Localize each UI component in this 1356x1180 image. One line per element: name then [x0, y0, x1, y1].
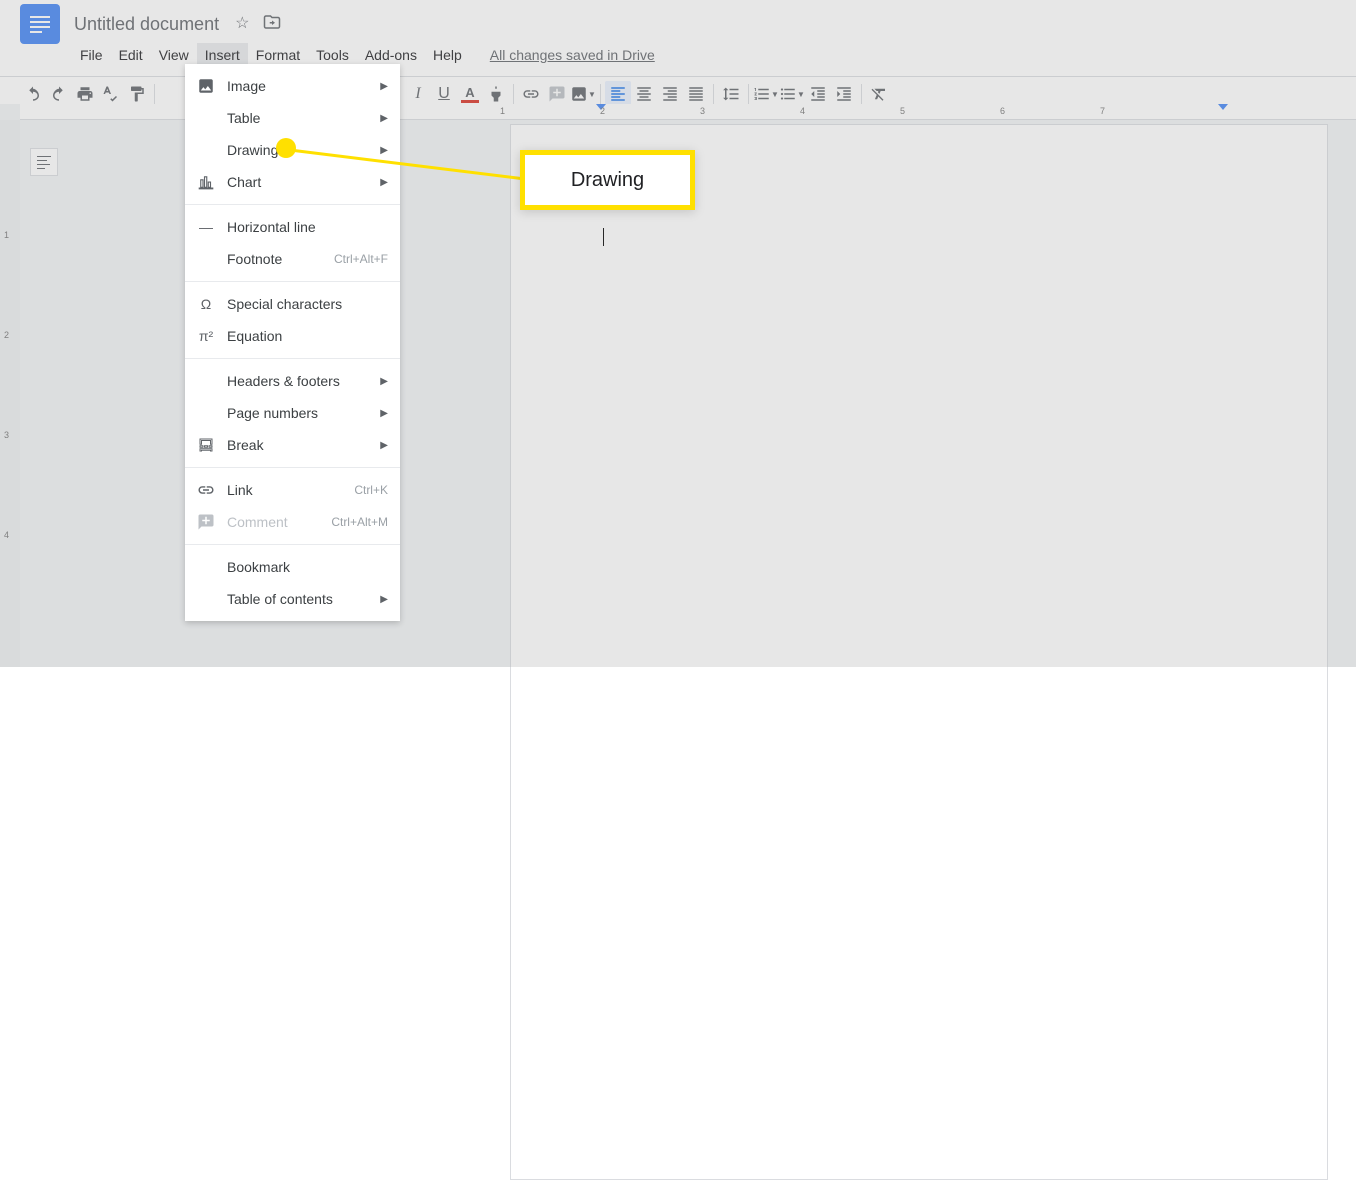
- ruler-tick: 4: [800, 106, 805, 116]
- text-cursor: [603, 228, 604, 246]
- ruler-tick: 5: [900, 106, 905, 116]
- image-icon: [197, 77, 215, 95]
- insert-table-label: Table: [227, 110, 368, 126]
- link-icon: [197, 481, 215, 499]
- callout-box: Drawing: [520, 150, 695, 210]
- insert-bookmark-item[interactable]: Bookmark: [185, 551, 400, 583]
- submenu-arrow-icon: ▶: [380, 440, 388, 451]
- submenu-arrow-icon: ▶: [380, 81, 388, 92]
- ruler-tick: 6: [1000, 106, 1005, 116]
- ruler-tick: 7: [1100, 106, 1105, 116]
- ruler-tick: 3: [700, 106, 705, 116]
- move-icon[interactable]: [263, 13, 281, 36]
- insert-horizontal-line-item[interactable]: — Horizontal line: [185, 211, 400, 243]
- menu-file[interactable]: File: [72, 43, 111, 67]
- titlebar: Untitled document ☆: [0, 0, 1356, 40]
- insert-equation-label: Equation: [227, 328, 388, 344]
- submenu-arrow-icon: ▶: [380, 113, 388, 124]
- insert-toc-label: Table of contents: [227, 591, 368, 607]
- vruler-tick: 1: [4, 230, 9, 240]
- insert-toc-item[interactable]: Table of contents ▶: [185, 583, 400, 615]
- vruler-tick: 2: [4, 330, 9, 340]
- insert-hline-label: Horizontal line: [227, 219, 388, 235]
- menu-edit[interactable]: Edit: [111, 43, 151, 67]
- callout-line: [280, 144, 540, 194]
- insert-footnote-item[interactable]: Footnote Ctrl+Alt+F: [185, 243, 400, 275]
- insert-page-numbers-item[interactable]: Page numbers ▶: [185, 397, 400, 429]
- chart-icon: [197, 173, 215, 191]
- pi-icon: π²: [197, 328, 215, 344]
- insert-link-label: Link: [227, 482, 342, 498]
- link-shortcut: Ctrl+K: [354, 483, 388, 497]
- submenu-arrow-icon: ▶: [380, 594, 388, 605]
- insert-bookmark-label: Bookmark: [227, 559, 388, 575]
- insert-special-chars-label: Special characters: [227, 296, 388, 312]
- insert-page-numbers-label: Page numbers: [227, 405, 368, 421]
- menu-help[interactable]: Help: [425, 43, 470, 67]
- insert-footnote-label: Footnote: [227, 251, 322, 267]
- insert-image-label: Image: [227, 78, 368, 94]
- ruler-tick: 2: [600, 106, 605, 116]
- insert-break-label: Break: [227, 437, 368, 453]
- insert-headers-label: Headers & footers: [227, 373, 368, 389]
- insert-link-item[interactable]: Link Ctrl+K: [185, 474, 400, 506]
- vruler-tick: 4: [4, 530, 9, 540]
- submenu-arrow-icon: ▶: [380, 408, 388, 419]
- insert-image-item[interactable]: Image ▶: [185, 70, 400, 102]
- break-icon: [197, 436, 215, 454]
- save-status[interactable]: All changes saved in Drive: [490, 47, 655, 63]
- insert-headers-footers-item[interactable]: Headers & footers ▶: [185, 365, 400, 397]
- insert-comment-item[interactable]: Comment Ctrl+Alt+M: [185, 506, 400, 538]
- comment-icon: [197, 513, 215, 531]
- outline-toggle-icon[interactable]: [30, 148, 58, 176]
- vertical-ruler: 1 2 3 4: [0, 120, 20, 667]
- vruler-tick: 3: [4, 430, 9, 440]
- docs-logo-icon[interactable]: [20, 4, 60, 44]
- star-icon[interactable]: ☆: [235, 13, 249, 36]
- callout-label: Drawing: [571, 169, 644, 192]
- submenu-arrow-icon: ▶: [380, 376, 388, 387]
- document-title[interactable]: Untitled document: [68, 14, 225, 35]
- omega-icon: Ω: [197, 296, 215, 312]
- insert-comment-label: Comment: [227, 514, 319, 530]
- comment-shortcut: Ctrl+Alt+M: [331, 515, 388, 529]
- insert-equation-item[interactable]: π² Equation: [185, 320, 400, 352]
- insert-table-item[interactable]: Table ▶: [185, 102, 400, 134]
- highlight-dot: [276, 138, 296, 158]
- insert-special-chars-item[interactable]: Ω Special characters: [185, 288, 400, 320]
- document-page[interactable]: [510, 124, 1328, 1180]
- footnote-shortcut: Ctrl+Alt+F: [334, 252, 388, 266]
- horizontal-line-icon: —: [197, 219, 215, 235]
- ruler-tick: 1: [500, 106, 505, 116]
- insert-break-item[interactable]: Break ▶: [185, 429, 400, 461]
